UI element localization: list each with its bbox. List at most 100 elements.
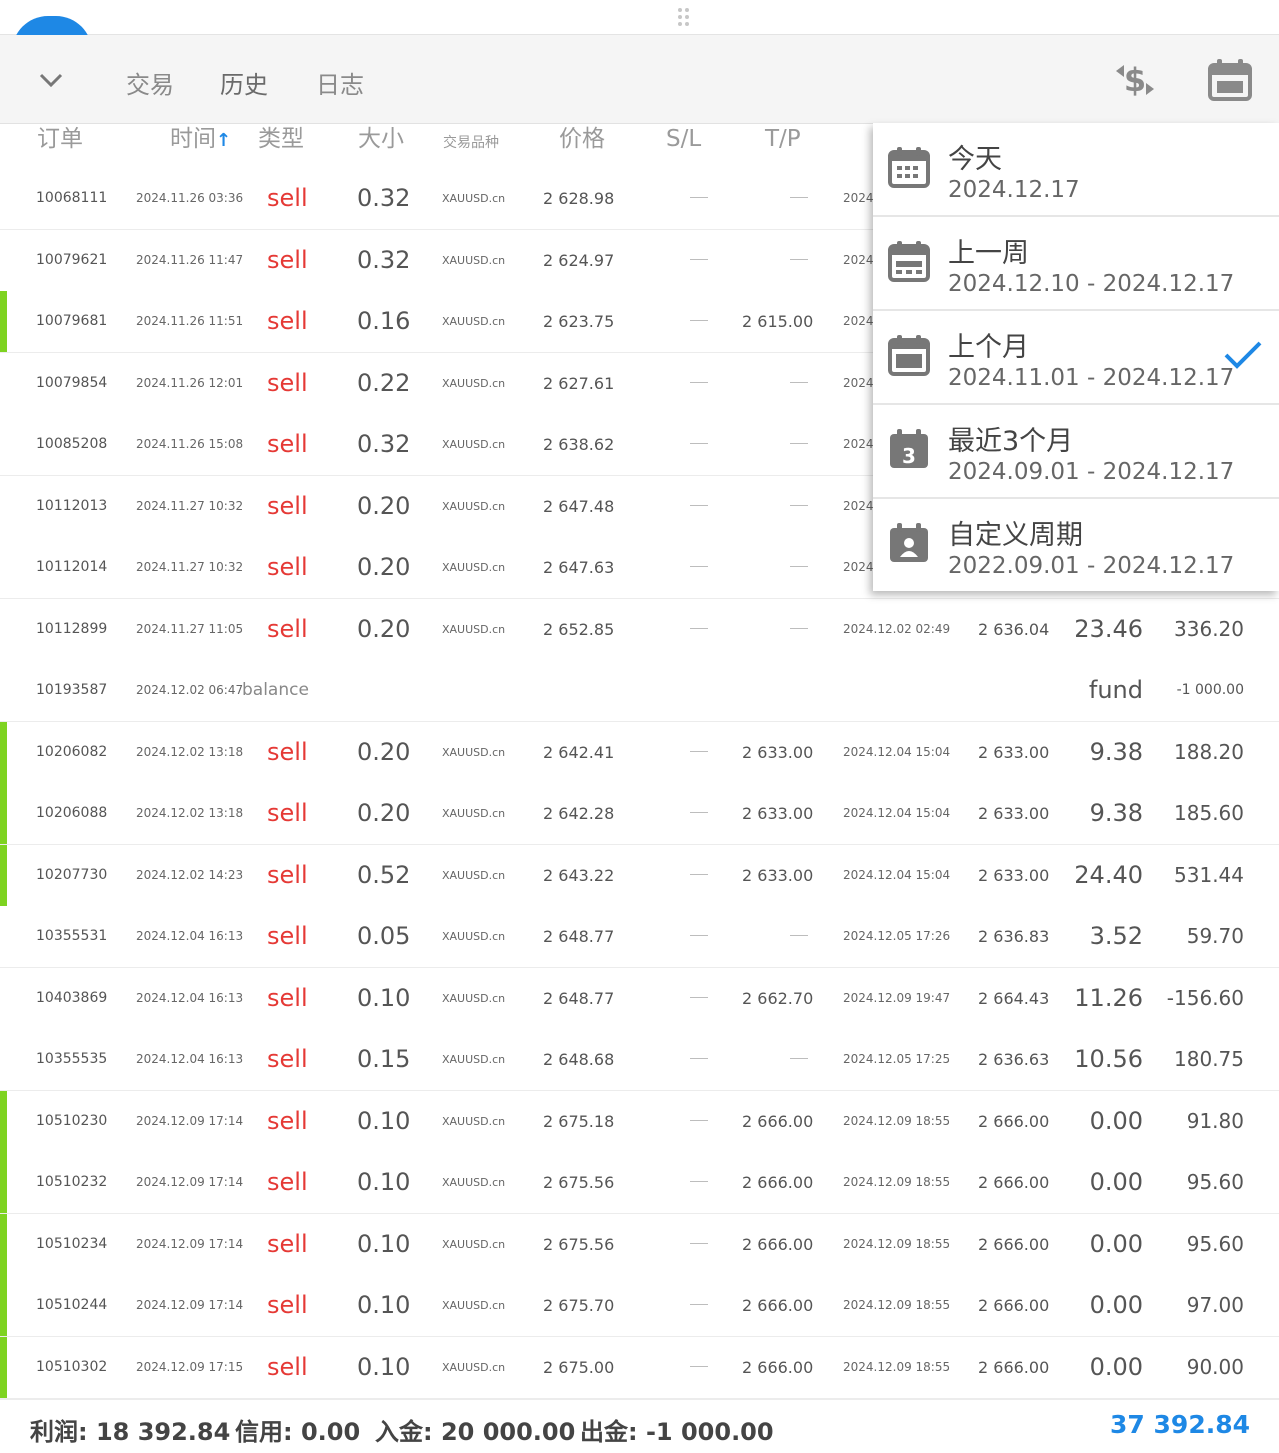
deal-type: balance (242, 680, 309, 700)
col-sl[interactable]: S/L (666, 124, 701, 154)
open-time: 2024.11.26 03:36 (136, 191, 244, 205)
open-price: 2 675.56 (543, 1173, 615, 1192)
drag-handle-icon[interactable] (678, 8, 690, 28)
tp-empty (790, 443, 808, 444)
col-symbol[interactable]: 交易品种 (443, 128, 499, 158)
dollar-exchange-icon[interactable]: $ (1110, 55, 1160, 105)
table-row[interactable]: 10355531 2024.12.04 16:13 sell 0.05 XAUUSD.c… (0, 906, 1279, 969)
table-row[interactable]: 10403869 2024.12.04 16:13 sell 0.10 XAUUSD.c… (0, 968, 1279, 1031)
col-tp[interactable]: T/P (765, 124, 801, 154)
open-time: 2024.12.02 13:18 (136, 806, 244, 820)
close-price: 2 666.00 (978, 1358, 1050, 1377)
sl-empty (690, 443, 708, 444)
close-price: 2 636.63 (978, 1050, 1050, 1069)
open-time: 2024.12.04 16:13 (136, 991, 244, 1005)
swap-value: 0.00 (1089, 1168, 1143, 1196)
deal-type: sell (267, 1168, 308, 1196)
tp-empty (790, 935, 808, 936)
volume: 0.10 (357, 1168, 411, 1196)
sl-empty (690, 1181, 708, 1182)
sl-empty (690, 197, 708, 198)
tab-history[interactable]: 历史 (220, 65, 268, 100)
table-row[interactable]: 10510302 2024.12.09 17:15 sell 0.10 XAUUSD.c… (0, 1337, 1279, 1400)
row-marker (0, 783, 7, 844)
sl-empty (690, 566, 708, 567)
close-time: 2024.12.09 18:55 (843, 1298, 951, 1312)
open-time: 2024.12.09 17:15 (136, 1360, 244, 1374)
symbol: XAUUSD.cn (442, 1176, 506, 1189)
deposit-summary: 入金: 20 000.00 (375, 1418, 576, 1446)
order-id: 10510302 (36, 1359, 108, 1375)
order-id: 10403869 (36, 990, 108, 1006)
profit-value: 531.44 (1174, 863, 1244, 887)
table-row[interactable]: 10510244 2024.12.09 17:14 sell 0.10 XAUUSD.c… (0, 1275, 1279, 1338)
col-size[interactable]: 大小 (358, 124, 404, 154)
row-marker (0, 291, 7, 352)
profit-value: 185.60 (1174, 801, 1244, 825)
col-type[interactable]: 类型 (258, 124, 304, 154)
tab-trade[interactable]: 交易 (126, 65, 174, 100)
period-option-custom[interactable]: 自定义周期 2022.09.01 - 2024.12.17 (873, 499, 1279, 591)
sl-empty (690, 382, 708, 383)
open-price: 2 675.56 (543, 1235, 615, 1254)
deal-type: sell (267, 246, 308, 274)
profit-value: 59.70 (1186, 924, 1244, 948)
order-id: 10068111 (36, 190, 108, 206)
chevron-down-icon[interactable] (36, 65, 66, 95)
sl-empty (690, 1058, 708, 1059)
period-range: 2024.11.01 - 2024.12.17 (948, 365, 1235, 391)
volume: 0.20 (357, 615, 411, 643)
table-row[interactable]: 10206082 2024.12.02 13:18 sell 0.20 XAUUSD.c… (0, 722, 1279, 785)
open-price: 2 624.97 (543, 251, 615, 270)
symbol: XAUUSD.cn (442, 1238, 506, 1251)
symbol: XAUUSD.cn (442, 561, 506, 574)
order-id: 10355531 (36, 928, 108, 944)
table-row[interactable]: 10112899 2024.11.27 11:05 sell 0.20 XAUUSD.c… (0, 599, 1279, 662)
close-price: 2 633.00 (978, 743, 1050, 762)
col-price[interactable]: 价格 (559, 124, 605, 154)
deal-type: sell (267, 984, 308, 1012)
tab-journal[interactable]: 日志 (316, 65, 364, 100)
take-profit: 2 666.00 (742, 1358, 814, 1377)
table-row[interactable]: 10510230 2024.12.09 17:14 sell 0.10 XAUUSD.c… (0, 1091, 1279, 1154)
table-row[interactable]: 10193587 2024.12.02 06:47 balance fund -1 00… (0, 660, 1279, 723)
table-row[interactable]: 10510234 2024.12.09 17:14 sell 0.10 XAUUSD.c… (0, 1214, 1279, 1277)
order-id: 10206082 (36, 744, 108, 760)
period-option-last-3-months[interactable]: 3 最近3个月 2024.09.01 - 2024.12.17 (873, 405, 1279, 499)
period-option-last-month[interactable]: 上个月 2024.11.01 - 2024.12.17 (873, 311, 1279, 405)
tp-empty (790, 259, 808, 260)
sl-empty (690, 320, 708, 321)
sl-empty (690, 935, 708, 936)
period-label: 最近3个月 (948, 426, 1074, 457)
open-time: 2024.11.26 12:01 (136, 376, 244, 390)
take-profit: 2 633.00 (742, 866, 814, 885)
period-option-last-week[interactable]: 上一周 2024.12.10 - 2024.12.17 (873, 217, 1279, 311)
sl-empty (690, 259, 708, 260)
swap-value: 0.00 (1089, 1353, 1143, 1381)
sl-empty (690, 505, 708, 506)
order-id: 10510244 (36, 1297, 108, 1313)
close-time: 2024.12.05 17:26 (843, 929, 951, 943)
table-row[interactable]: 10355535 2024.12.04 16:13 sell 0.15 XAUUSD.c… (0, 1029, 1279, 1092)
period-option-today[interactable]: 今天 2024.12.17 (873, 123, 1279, 217)
close-time: 2024.12.04 15:04 (843, 806, 951, 820)
open-price: 2 642.41 (543, 743, 615, 762)
table-row[interactable]: 10206088 2024.12.02 13:18 sell 0.20 XAUUSD.c… (0, 783, 1279, 846)
table-row[interactable]: 10510232 2024.12.09 17:14 sell 0.10 XAUUSD.c… (0, 1152, 1279, 1215)
period-range: 2022.09.01 - 2024.12.17 (948, 553, 1235, 579)
order-id: 10085208 (36, 436, 108, 452)
calendar-icon[interactable] (1205, 55, 1255, 105)
col-time[interactable]: 时间↑ (170, 124, 231, 156)
symbol: XAUUSD.cn (442, 807, 506, 820)
close-price: 2 666.00 (978, 1235, 1050, 1254)
row-marker (0, 845, 7, 906)
table-row[interactable]: 10207730 2024.12.02 14:23 sell 0.52 XAUUSD.c… (0, 845, 1279, 908)
open-time: 2024.12.02 13:18 (136, 745, 244, 759)
symbol: XAUUSD.cn (442, 1299, 506, 1312)
profit-value: -1 000.00 (1176, 682, 1244, 698)
sl-empty (690, 1366, 708, 1367)
swap-value: 0.00 (1089, 1291, 1143, 1319)
volume: 0.20 (357, 492, 411, 520)
deal-type: sell (267, 799, 308, 827)
col-order[interactable]: 订单 (37, 124, 83, 154)
